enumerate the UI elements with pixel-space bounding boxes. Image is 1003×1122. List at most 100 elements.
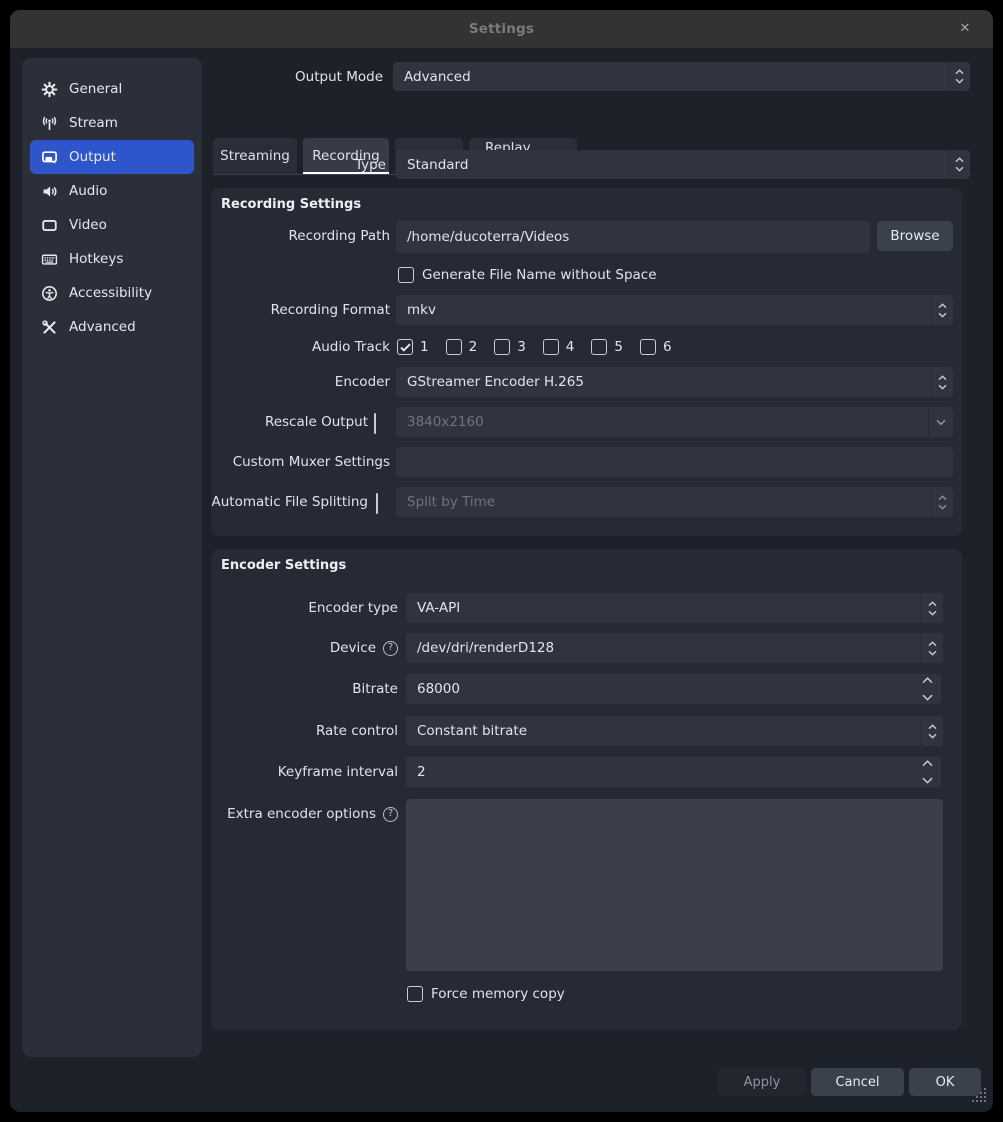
rescale-output-label-cell: Rescale Output [211, 407, 368, 437]
chevron-down-icon [928, 407, 953, 437]
output-mode-select[interactable]: Advanced [393, 62, 970, 91]
recording-settings-title: Recording Settings [221, 197, 361, 212]
audio-track-3-checkbox[interactable] [494, 339, 510, 355]
output-mode-value: Advanced [404, 69, 471, 85]
audio-track-4-checkbox[interactable] [543, 339, 559, 355]
rescale-output-checkbox[interactable] [374, 413, 376, 434]
audio-track-5-checkbox[interactable] [591, 339, 607, 355]
sidebar-item-label: General [69, 81, 122, 97]
spinner-arrows-icon [921, 593, 943, 623]
audio-track-1-label: 1 [420, 339, 429, 355]
bitrate-value: 68000 [417, 681, 460, 697]
browse-button-label: Browse [890, 228, 939, 244]
auto-split-label-cell: Automatic File Splitting [211, 487, 368, 517]
rescale-output-label: Rescale Output [265, 414, 368, 430]
encoder-settings-title: Encoder Settings [221, 558, 346, 573]
recording-format-label-cell: Recording Format [211, 295, 390, 325]
spinner-arrows-icon [931, 367, 953, 397]
broadcast-icon [41, 115, 58, 132]
keyboard-icon [41, 251, 58, 268]
recording-path-value: /home/ducoterra/Videos [407, 229, 569, 245]
audio-track-3-label: 3 [517, 339, 526, 355]
apply-button[interactable]: Apply [718, 1068, 806, 1096]
audio-track-label-cell: Audio Track [211, 338, 390, 356]
speaker-icon [41, 183, 58, 200]
cancel-button[interactable]: Cancel [811, 1068, 904, 1096]
keyframe-interval-spinbox[interactable]: 2 [406, 757, 941, 787]
output-mode-label-cell: Output Mode [210, 62, 383, 92]
recording-format-select[interactable]: mkv [396, 295, 953, 325]
extra-encoder-options-textarea[interactable] [406, 799, 943, 971]
device-select[interactable]: /dev/dri/renderD128 [406, 633, 943, 663]
custom-muxer-input[interactable] [396, 447, 953, 477]
audio-track-checkboxes: 1 2 3 4 5 6 [397, 339, 672, 355]
sidebar-item-hotkeys[interactable]: Hotkeys [30, 242, 194, 276]
sidebar-item-output[interactable]: Output [30, 140, 194, 174]
spinner-arrows-icon [921, 633, 943, 663]
encoder-settings-groupbox: Encoder Settings Encoder type VA-API Dev… [211, 549, 962, 1030]
encoder-label-cell: Encoder [211, 367, 390, 397]
sidebar-item-audio[interactable]: Audio [30, 174, 194, 208]
ok-button[interactable]: OK [909, 1068, 981, 1096]
spinbox-arrows-icon [918, 677, 936, 701]
auto-split-select[interactable]: Split by Time [396, 487, 953, 517]
recording-path-label: Recording Path [289, 228, 390, 244]
sidebar-item-label: Video [69, 217, 107, 233]
gear-icon [41, 81, 58, 98]
extra-encoder-options-label-cell: Extra encoder options ? [211, 805, 398, 823]
rate-control-label: Rate control [316, 723, 398, 739]
keyframe-interval-label-cell: Keyframe interval [211, 757, 398, 787]
encoder-type-select[interactable]: VA-API [406, 593, 943, 623]
sidebar-item-video[interactable]: Video [30, 208, 194, 242]
generate-no-space-checkbox[interactable] [398, 267, 414, 283]
auto-split-label: Automatic File Splitting [211, 494, 368, 510]
bitrate-spinbox[interactable]: 68000 [406, 674, 941, 704]
spinner-arrows-icon [931, 487, 953, 517]
extra-encoder-options-label: Extra encoder options [227, 806, 376, 822]
help-icon[interactable]: ? [383, 807, 398, 822]
tools-icon [41, 319, 58, 336]
audio-track-5-label: 5 [614, 339, 623, 355]
force-memory-copy-label: Force memory copy [431, 986, 565, 1002]
encoder-value: GStreamer Encoder H.265 [407, 374, 584, 390]
accessibility-icon [41, 285, 58, 302]
keyframe-interval-label: Keyframe interval [278, 764, 398, 780]
encoder-type-label-cell: Encoder type [211, 593, 398, 623]
resize-grip[interactable] [972, 1088, 987, 1107]
recording-format-value: mkv [407, 302, 436, 318]
audio-track-4-label: 4 [566, 339, 575, 355]
sidebar-item-label: Advanced [69, 319, 136, 335]
audio-track-2-checkbox[interactable] [446, 339, 462, 355]
encoder-select[interactable]: GStreamer Encoder H.265 [396, 367, 953, 397]
generate-no-space-row: Generate File Name without Space [398, 267, 657, 283]
browse-button[interactable]: Browse [877, 221, 953, 251]
sidebar-item-stream[interactable]: Stream [30, 106, 194, 140]
sidebar-item-general[interactable]: General [30, 72, 194, 106]
type-select[interactable]: Standard [396, 150, 970, 179]
recording-path-input[interactable]: /home/ducoterra/Videos [396, 221, 870, 253]
custom-muxer-label: Custom Muxer Settings [233, 454, 390, 470]
help-icon[interactable]: ? [383, 641, 398, 656]
close-icon[interactable]: ✕ [953, 10, 977, 48]
sidebar-item-advanced[interactable]: Advanced [30, 310, 194, 344]
spinner-arrows-icon [948, 62, 970, 91]
type-label: Type [355, 157, 386, 173]
sidebar-item-label: Output [69, 149, 116, 165]
device-label: Device [330, 640, 376, 656]
screen-output-icon [41, 149, 58, 166]
rate-control-select[interactable]: Constant bitrate [406, 716, 943, 746]
audio-track-6-checkbox[interactable] [640, 339, 656, 355]
recording-path-label-cell: Recording Path [211, 221, 390, 251]
settings-window: Settings ✕ General Stream Output Au [10, 10, 993, 1112]
device-value: /dev/dri/renderD128 [417, 640, 554, 656]
rescale-output-select[interactable]: 3840x2160 [396, 407, 953, 437]
sidebar-item-accessibility[interactable]: Accessibility [30, 276, 194, 310]
audio-track-1-checkbox[interactable] [397, 339, 413, 355]
sidebar-item-label: Accessibility [69, 285, 152, 301]
display-icon [41, 217, 58, 234]
auto-split-checkbox[interactable] [376, 493, 378, 514]
force-memory-copy-checkbox[interactable] [407, 986, 423, 1002]
recording-format-label: Recording Format [271, 302, 390, 318]
output-mode-label: Output Mode [295, 69, 383, 85]
sidebar-item-label: Hotkeys [69, 251, 123, 267]
